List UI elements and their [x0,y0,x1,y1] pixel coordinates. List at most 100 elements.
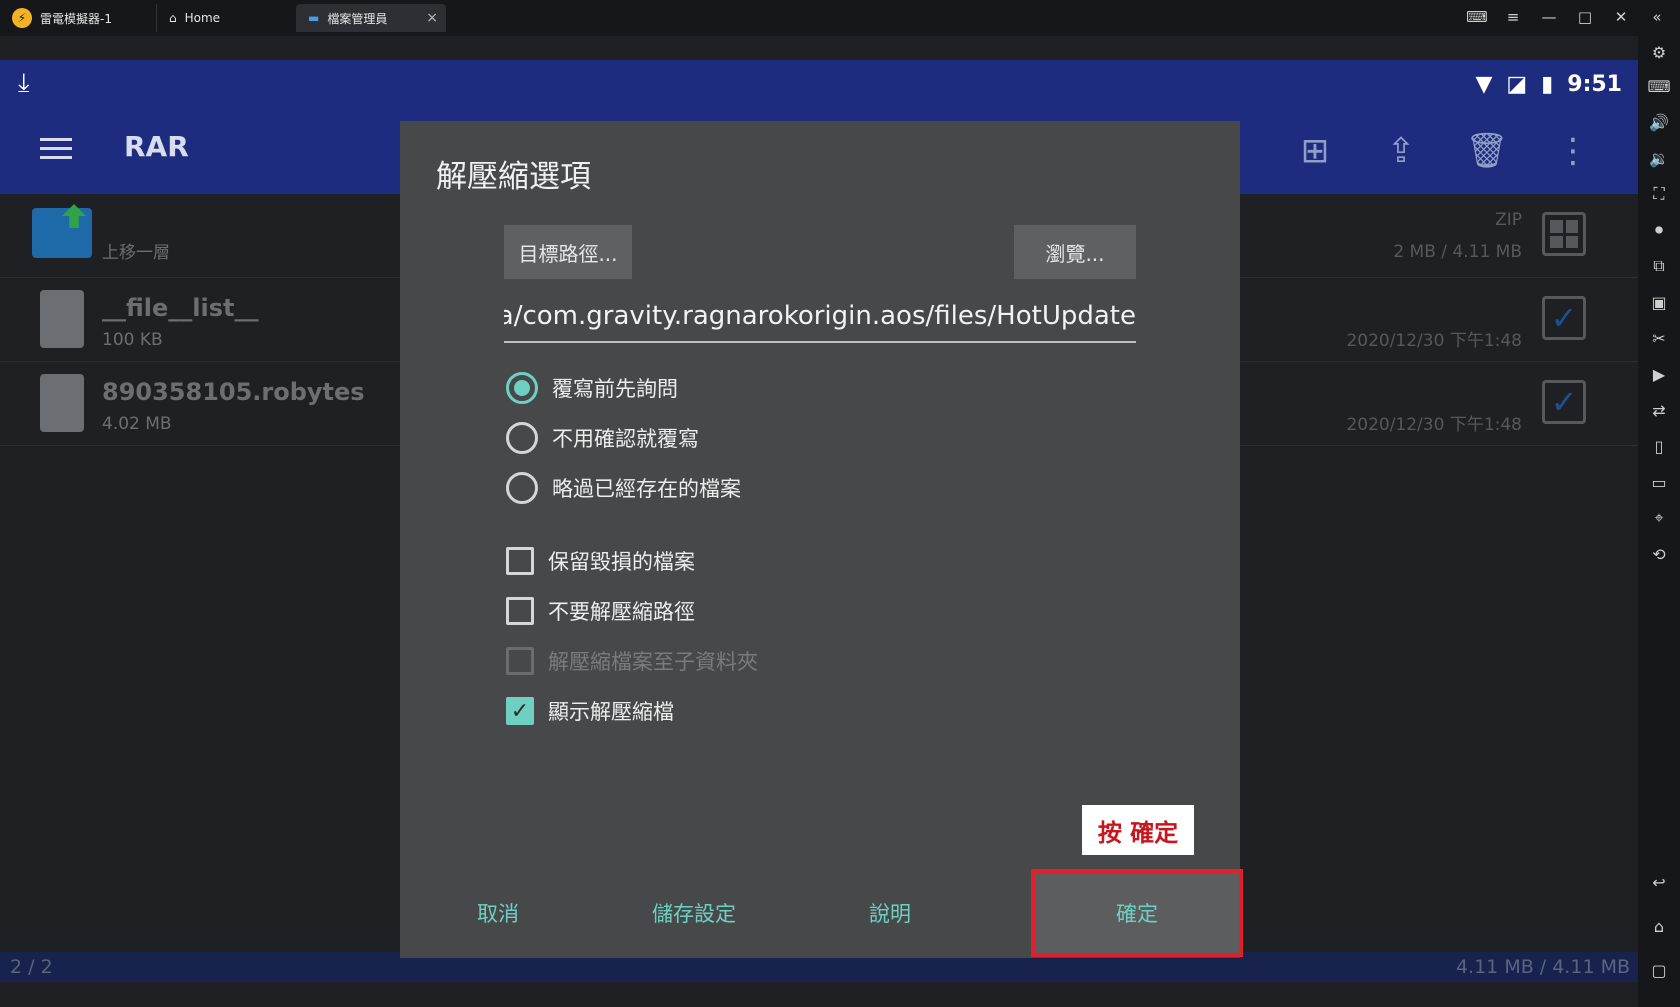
checkbox-label: 解壓縮檔案至子資料夾 [548,650,758,674]
help-button[interactable]: 說明 [832,873,948,953]
recent-apps-icon[interactable]: ▢ [1647,958,1671,982]
checkbox-show-extracted-files[interactable]: ✓ 顯示解壓縮檔 [506,694,674,728]
volume-up-icon[interactable]: 🔊 [1647,110,1671,134]
tab-file-manager-label: 檔案管理員 [327,11,388,26]
gamepad-icon[interactable]: ⌨ [1466,6,1488,28]
selection-size: 4.11 MB / 4.11 MB [1455,956,1630,978]
row-checkbox[interactable]: ✓ [1542,296,1586,340]
sync-icon[interactable]: ⇄ [1647,398,1671,422]
cancel-button[interactable]: 取消 [440,873,556,953]
download-icon: ⤓ [18,68,30,98]
shared-folder-icon[interactable]: ▭ [1647,470,1671,494]
radio-skip-existing[interactable]: 略過已經存在的檔案 [506,471,741,505]
extract-options-dialog: 解壓縮選項 目標路徑... 瀏覽... ata/com.gravity.ragn… [400,121,1243,958]
shake-icon[interactable]: ▯ [1647,434,1671,458]
app-bar-actions: ⊞ ⇪ 🗑 ⋮ [1290,128,1598,174]
status-time: 9:51 [1567,71,1622,97]
destination-path-input[interactable]: ata/com.gravity.ragnarokorigin.aos/files… [504,297,1136,343]
radio-label: 不用確認就覆寫 [552,427,699,451]
file-meta-top: ZIP [1495,210,1522,230]
file-icon [40,374,84,432]
dialog-title: 解壓縮選項 [436,159,591,195]
checkbox-label: 保留毀損的檔案 [548,550,695,574]
emulator-logo-icon: ⚡ [12,8,32,28]
radio-overwrite-without-prompt[interactable]: 不用確認就覆寫 [506,421,699,455]
destination-path-button[interactable]: 目標路徑... [504,225,632,279]
checkbox-disabled-icon [506,647,534,675]
record-icon[interactable]: ⏺ [1647,218,1671,242]
hamburger-menu-icon[interactable] [40,138,72,162]
emulator-title-bar: ⚡ 雷電模擬器-1 ⌂ Home ▬ 檔案管理員 × ⌨ ≡ — □ ✕ « [0,0,1680,36]
app-title: RAR [124,130,189,163]
file-date: 2020/12/30 下午1:48 [1346,415,1522,435]
checkbox-keep-broken-files[interactable]: 保留毀損的檔案 [506,544,695,578]
destination-path-value: ata/com.gravity.ragnarokorigin.aos/files… [504,301,1136,331]
wifi-icon: ▼ [1475,71,1493,97]
emulator-app-title: ⚡ 雷電模擬器-1 [12,8,112,28]
emulator-title-text: 雷電模擬器-1 [40,11,112,26]
annotation-press-ok: 按 確定 [1082,805,1194,855]
back-icon[interactable]: ↩ [1647,870,1671,894]
checkbox-unchecked-icon [506,597,534,625]
radio-label: 覆寫前先詢問 [552,377,678,401]
close-tab-icon[interactable]: × [426,10,438,26]
browse-button[interactable]: 瀏覽... [1014,225,1136,279]
checkbox-label: 不要解壓縮路徑 [548,600,695,624]
file-meta-bottom: 2 MB / 4.11 MB [1393,242,1522,262]
home-icon: ⌂ [169,11,177,25]
checkbox-checked-icon: ✓ [506,697,534,725]
checkbox-label: 顯示解壓縮檔 [548,700,674,724]
android-status-bar: ⤓ ▼ ◪ ▮ 9:51 [0,60,1638,108]
status-icons: ▼ ◪ ▮ 9:51 [1475,68,1622,100]
folder-up-icon [32,208,92,258]
file-sub: 上移一層 [102,243,170,263]
file-size: 4.02 MB [102,414,172,434]
grid-view-icon[interactable] [1542,212,1586,256]
multi-instance-icon[interactable]: ⧉ [1647,254,1671,278]
window-controls: ⌨ ≡ — □ ✕ « [1466,6,1668,30]
screen: ⚡ 雷電模擬器-1 ⌂ Home ▬ 檔案管理員 × ⌨ ≡ — □ ✕ « ⤓… [0,0,1680,1007]
radio-unselected-icon [506,472,538,504]
checkbox-no-extract-paths[interactable]: 不要解壓縮路徑 [506,594,695,628]
rotate-icon[interactable]: ⟲ [1647,542,1671,566]
collapse-sidebar-icon[interactable]: « [1646,6,1668,28]
location-icon[interactable]: ⌖ [1647,506,1671,530]
tab-file-manager[interactable]: ▬ 檔案管理員 × [296,4,446,32]
more-options-icon[interactable]: ⋮ [1548,128,1598,174]
no-sim-icon: ◪ [1506,71,1528,97]
file-icon [40,290,84,348]
file-name: __file__list__ [102,294,259,322]
video-icon[interactable]: ▶ [1647,362,1671,386]
tab-home-label: Home [184,11,221,25]
file-size: 100 KB [102,330,163,350]
apk-install-icon[interactable]: ▣ [1647,290,1671,314]
settings-icon[interactable]: ⚙ [1647,40,1671,64]
radio-label: 略過已經存在的檔案 [552,477,741,501]
volume-down-icon[interactable]: 🔉 [1647,146,1671,170]
file-name: 890358105.robytes [102,378,365,406]
minimize-icon[interactable]: — [1538,6,1560,28]
screenshot-icon[interactable]: ⛶ [1647,182,1671,206]
home-nav-icon[interactable]: ⌂ [1647,914,1671,938]
selection-count: 2 / 2 [10,956,53,978]
menu-icon[interactable]: ≡ [1502,6,1524,28]
save-settings-button[interactable]: 儲存設定 [618,873,770,953]
emulator-sidebar: ⚙ ⌨ 🔊 🔉 ⛶ ⏺ ⧉ ▣ ✂ ▶ ⇄ ▯ ▭ ⌖ ⟲ ↩ ⌂ ▢ [1638,36,1680,1007]
radio-selected-icon [506,372,538,404]
ok-button[interactable]: 確定 [1031,869,1243,957]
radio-ask-before-overwrite[interactable]: 覆寫前先詢問 [506,371,678,405]
maximize-icon[interactable]: □ [1574,6,1596,28]
folder-icon: ▬ [308,11,320,25]
checkbox-extract-to-subfolders: 解壓縮檔案至子資料夾 [506,644,758,678]
add-to-archive-icon[interactable]: ⊞ [1290,128,1340,174]
keyboard-icon[interactable]: ⌨ [1647,74,1671,98]
checkbox-unchecked-icon [506,547,534,575]
delete-icon[interactable]: 🗑 [1462,128,1512,174]
scissors-icon[interactable]: ✂ [1647,326,1671,350]
battery-icon: ▮ [1541,71,1554,97]
close-window-icon[interactable]: ✕ [1610,6,1632,28]
file-date: 2020/12/30 下午1:48 [1346,331,1522,351]
row-checkbox[interactable]: ✓ [1542,380,1586,424]
extract-icon[interactable]: ⇪ [1376,128,1426,174]
tab-home[interactable]: ⌂ Home [156,4,286,32]
